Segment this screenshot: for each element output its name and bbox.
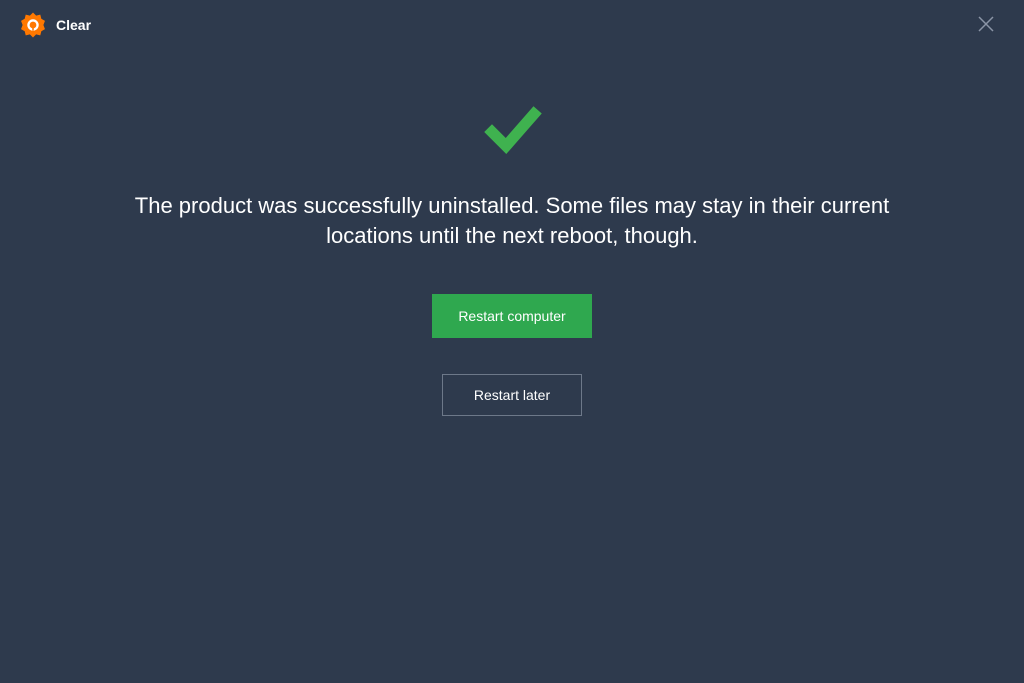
avast-logo-icon [20,12,46,38]
close-icon [978,12,994,38]
restart-computer-button[interactable]: Restart computer [432,294,591,338]
status-message: The product was successfully uninstalled… [112,191,912,250]
app-window: Clear The product was successfully unins… [0,0,1024,683]
titlebar: Clear [0,0,1024,50]
titlebar-left: Clear [20,12,91,38]
success-check-icon [480,98,544,167]
restart-later-button[interactable]: Restart later [442,374,582,416]
app-title: Clear [56,17,91,33]
close-button[interactable] [968,7,1004,43]
main-content: The product was successfully uninstalled… [0,50,1024,416]
